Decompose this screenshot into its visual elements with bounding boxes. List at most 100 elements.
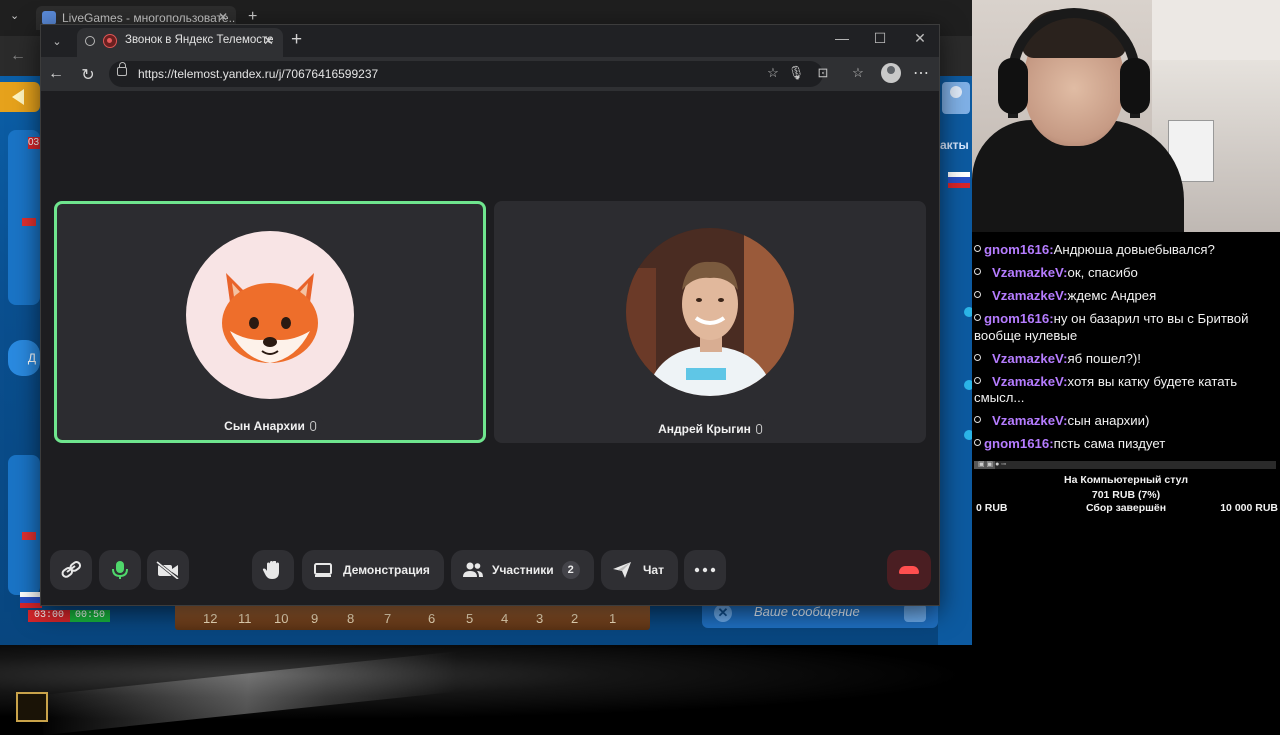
copy-link-button[interactable] (50, 550, 92, 590)
mic-icon[interactable]: 🎙︎ (787, 65, 805, 81)
board-point-label: 5 (466, 611, 474, 626)
chat-message: gnom1616:ну он базарил что вы с Бритвой … (972, 311, 1280, 344)
contacts-label[interactable]: акты (940, 138, 969, 152)
screen-share-button[interactable]: Демонстрация (302, 550, 444, 590)
raise-hand-icon (262, 561, 279, 579)
participant-name-tag: Сын Анархии (216, 416, 324, 436)
profile-avatar-icon[interactable] (881, 63, 901, 83)
chat-button[interactable]: Чат (601, 550, 678, 590)
donation-icons: ▣ ▣ ● ▫▫ (978, 461, 1007, 468)
participants-button[interactable]: Участники 2 (451, 550, 594, 590)
star-icon[interactable]: ☆ (764, 65, 782, 81)
game-message-input[interactable]: Ваше сообщение (754, 604, 860, 619)
board-point-label: 12 (203, 611, 218, 626)
tab-list-icon[interactable]: ⌄ (10, 9, 19, 22)
lock-icon[interactable] (117, 62, 127, 76)
favorites-icon[interactable]: ☆ (849, 65, 867, 81)
headphone-ear-right (1120, 58, 1150, 114)
camera-toggle-button[interactable] (147, 550, 189, 590)
link-icon (61, 561, 82, 578)
avatar[interactable] (942, 82, 970, 114)
move-timer: 00:50 (70, 610, 110, 622)
mic-icon (112, 561, 128, 579)
window-close-icon[interactable]: ✕ (905, 30, 935, 47)
status-dot (964, 430, 972, 440)
end-call-button[interactable] (887, 550, 931, 590)
board-point-label: 1 (609, 611, 617, 626)
screen-share-icon (314, 563, 332, 577)
goal-max: 10 000 RUB (1220, 502, 1278, 514)
participants-label: Участники (492, 563, 554, 577)
tab-title[interactable]: Звонок в Яндекс Телемосте (125, 34, 274, 46)
raise-hand-button[interactable] (252, 550, 294, 590)
red-marker (22, 532, 36, 540)
bullet-icon (974, 439, 981, 446)
webcam-feed (972, 0, 1280, 232)
chat-text: псть сама пиздует (1053, 436, 1166, 451)
fox-icon (222, 273, 318, 363)
back-arrow-icon[interactable]: ← (10, 47, 26, 65)
participant-name: Сын Анархии (224, 419, 305, 433)
bullet-icon (974, 291, 981, 298)
send-icon (613, 562, 631, 578)
goal-title: На Компьютерный стул (1064, 474, 1188, 486)
emoji-icon[interactable] (904, 604, 926, 622)
chat-label: Чат (643, 563, 664, 577)
url-text[interactable]: https://telemost.yandex.ru/j/70676416599… (138, 67, 378, 81)
mic-icon (755, 424, 762, 434)
new-tab-icon[interactable]: + (291, 29, 302, 51)
board-point-label: 6 (428, 611, 436, 626)
chat-nick: VzamazkeV: (992, 413, 1068, 428)
recording-icon (103, 34, 117, 48)
chat-message: VzamazkeV:ок, спасибо (972, 265, 1280, 282)
reload-icon[interactable]: ↻ (77, 65, 99, 85)
chat-nick: gnom1616: (984, 242, 1054, 257)
chat-nick: gnom1616: (984, 436, 1054, 451)
participant-tile[interactable]: Андрей Крыгин (494, 201, 926, 443)
chat-message: VzamazkeV:сын анархии) (972, 413, 1280, 430)
camera-blocked-icon[interactable]: ⊡ (814, 65, 832, 81)
participant-tile-active[interactable]: Сын Анархии (54, 201, 486, 443)
bullet-icon (974, 353, 981, 361)
bullet-icon (974, 314, 981, 321)
tab-list-icon[interactable]: ⌄ (49, 34, 65, 50)
participant-photo (626, 228, 794, 396)
browser-window: ⌄ Звонок в Яндекс Телемосте ✕ + — ☐ ✕ ← … (40, 24, 940, 606)
maximize-icon[interactable]: ☐ (865, 30, 895, 47)
chat-text: ждемс Андрея (1067, 288, 1157, 303)
more-icon (694, 567, 716, 573)
chat-nick: VzamazkeV: (992, 288, 1068, 303)
board-point-label: 4 (501, 611, 509, 626)
goal-amount: 701 RUB (7%) (1091, 489, 1161, 501)
mic-toggle-button[interactable] (99, 550, 141, 590)
participant-name: Андрей Крыгин (658, 422, 751, 436)
close-tab-icon[interactable]: ✕ (263, 33, 274, 49)
person-photo-icon (626, 228, 794, 396)
fox-avatar (186, 231, 354, 399)
side-pill[interactable]: Д (8, 340, 40, 376)
chat-nick: gnom1616: (984, 311, 1054, 326)
mic-icon (309, 421, 316, 431)
board-point-label: 11 (238, 611, 252, 626)
game-right-panel (938, 76, 972, 645)
back-arrow-icon[interactable]: ← (45, 65, 67, 83)
chat-text: сын анархии) (1067, 413, 1150, 428)
close-icon[interactable]: ✕ (714, 604, 732, 622)
board-point-label: 3 (536, 611, 544, 626)
browser-menu-icon[interactable]: ⋯ (913, 63, 929, 83)
logo-icon (16, 692, 48, 722)
chat-message: VzamazkeV:ждемс Андрея (972, 288, 1280, 305)
chat-text: ок, спасибо (1067, 265, 1138, 280)
close-icon[interactable]: ✕ (218, 10, 228, 24)
participants-icon (463, 562, 483, 577)
chat-nick: VzamazkeV: (992, 265, 1068, 280)
russia-flag-icon (948, 172, 970, 188)
minimize-icon[interactable]: — (827, 30, 857, 46)
camera-indicator-icon (85, 36, 95, 46)
chat-nick: VzamazkeV: (992, 350, 1068, 366)
more-button[interactable] (684, 550, 726, 590)
chat-message: VzamazkeV:яб пошел?)! (972, 351, 1280, 368)
chat-message: gnom1616:псть сама пиздует (972, 436, 1280, 453)
end-call-icon (899, 566, 919, 574)
headphone-ear-left (998, 58, 1028, 114)
